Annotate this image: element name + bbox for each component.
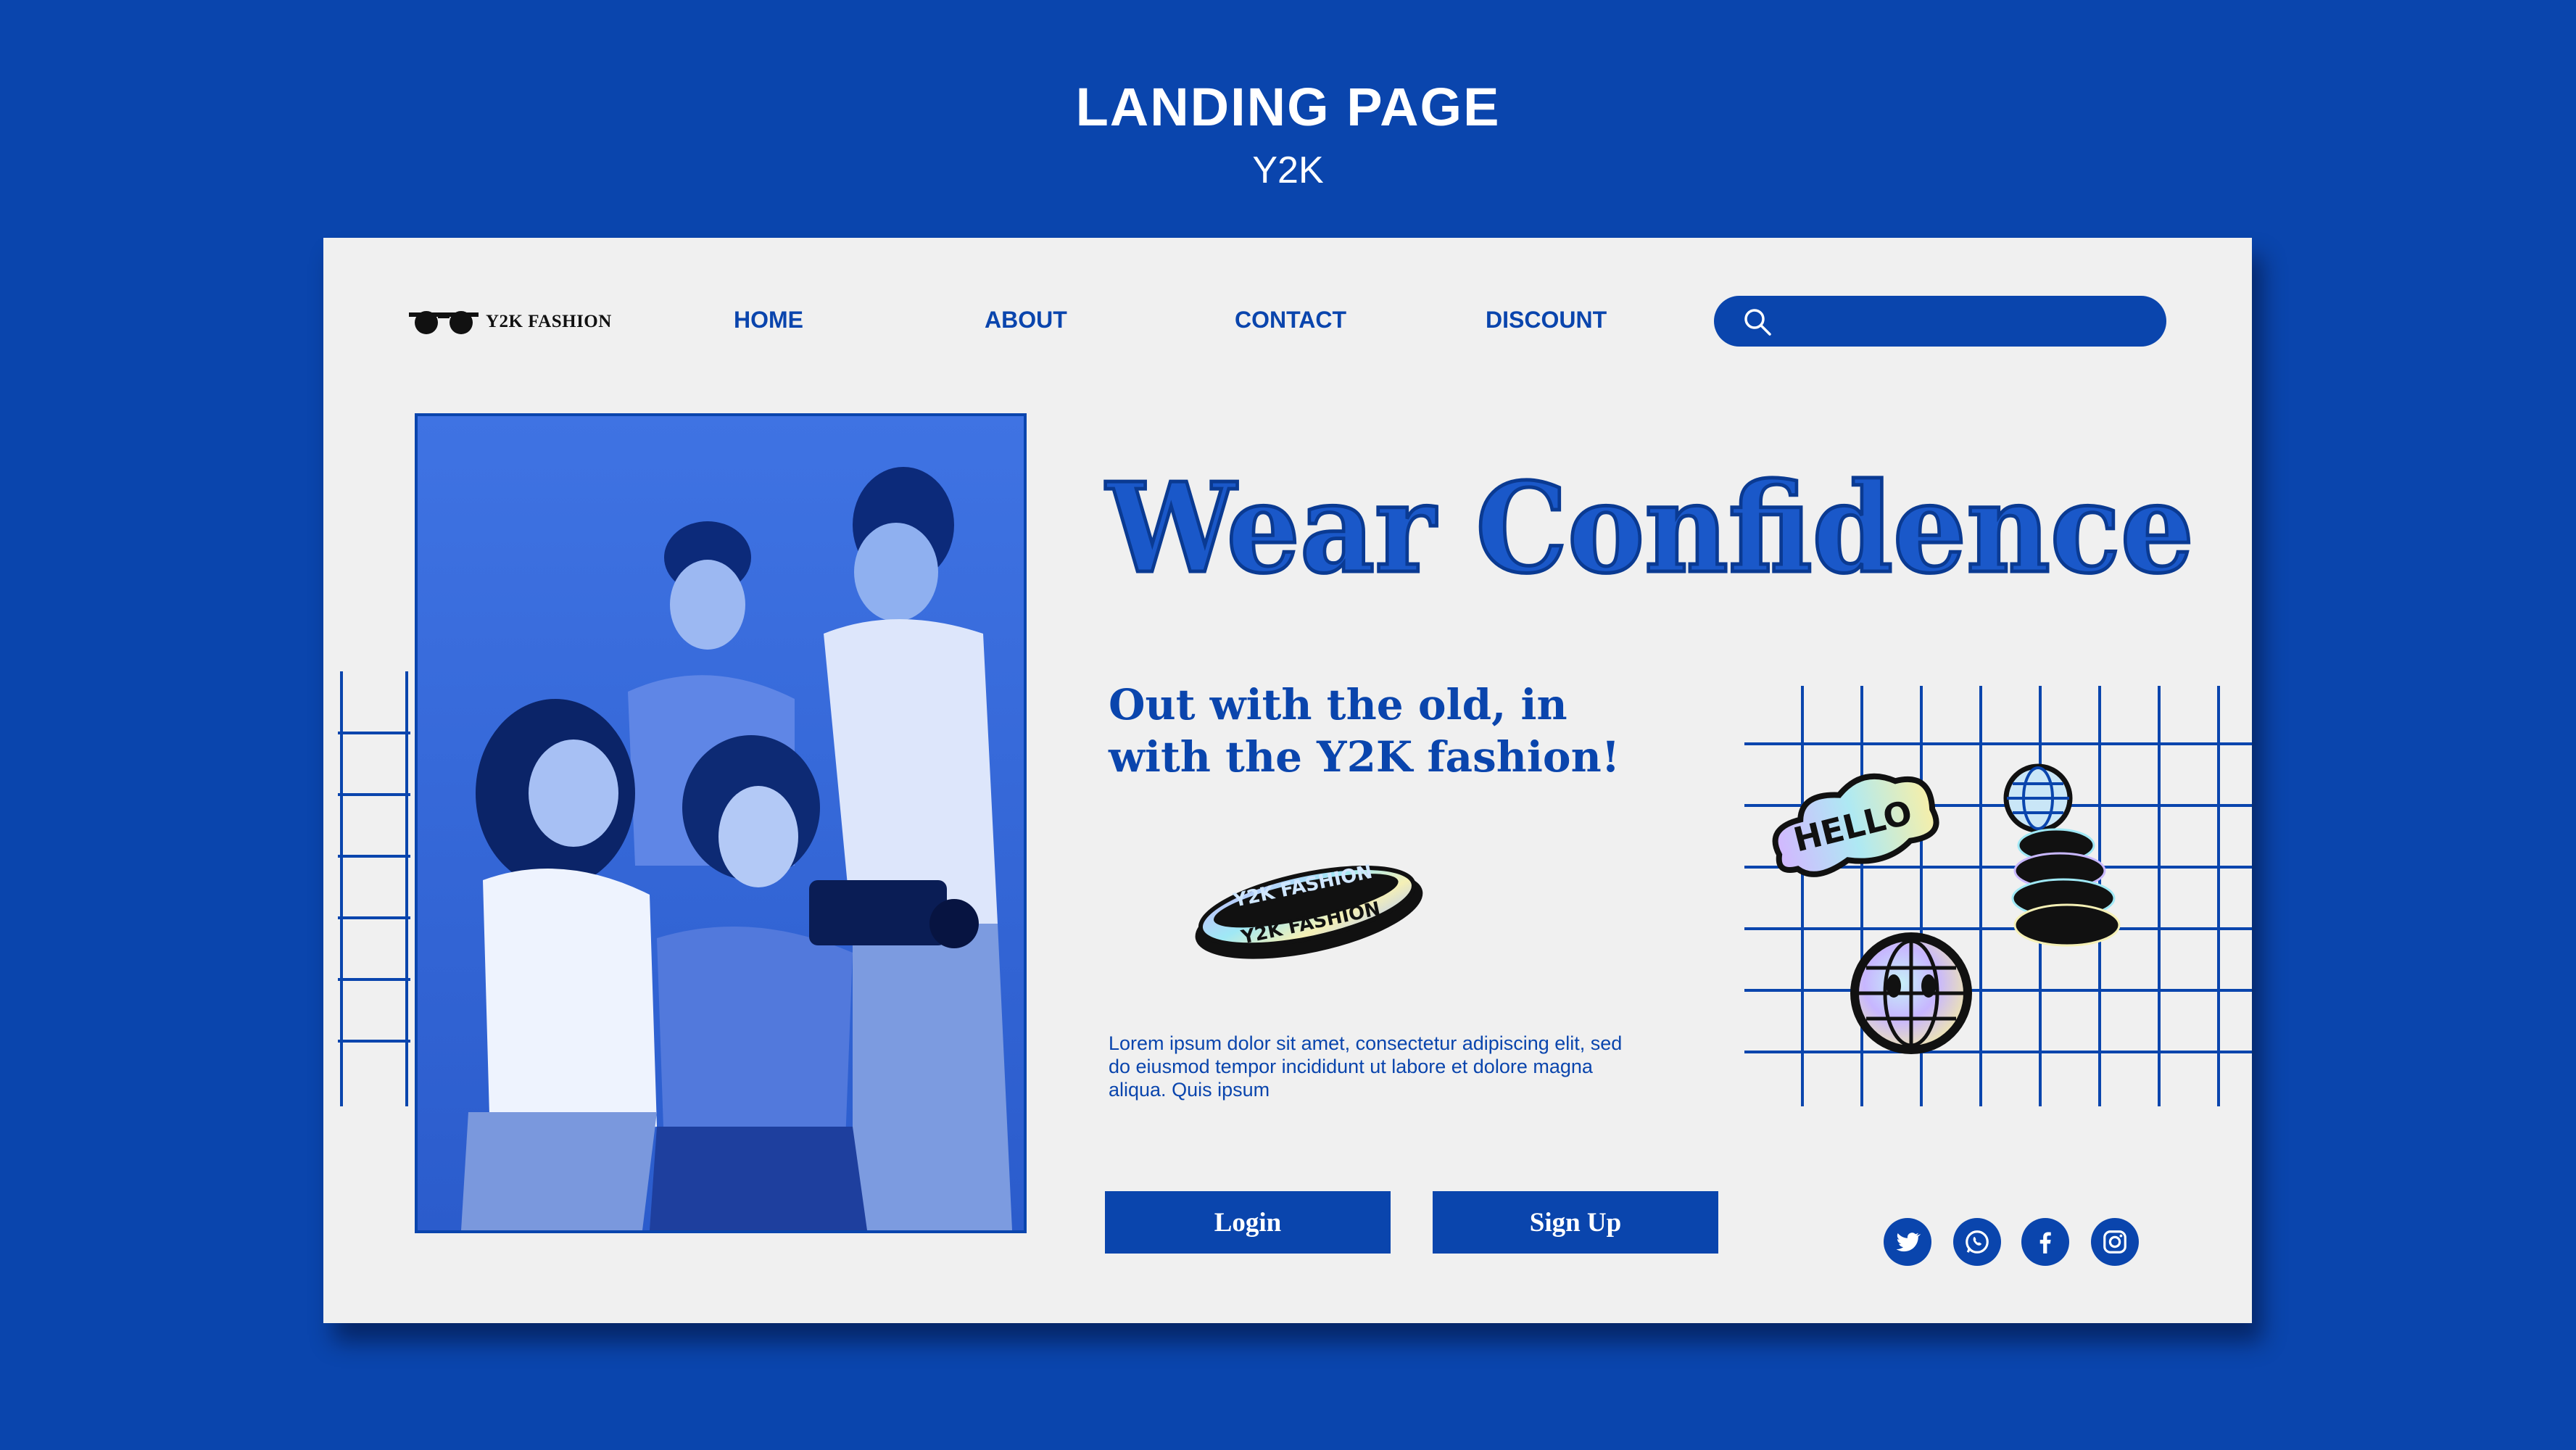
nav-contact[interactable]: CONTACT [1235,307,1346,334]
hero-headline: Wear Confidence [1099,419,2201,608]
hello-sticker: HELLO [1772,773,1939,877]
page-title: LANDING PAGE [1075,77,1501,137]
search-input[interactable] [1786,304,2145,339]
signup-button[interactable]: Sign Up [1433,1191,1718,1254]
search-bar[interactable] [1714,296,2166,347]
landing-page-mockup: Y2K FASHION HOME ABOUT CONTACT DISCOUNT [323,238,2252,1323]
page-subtitle: Y2K [1252,149,1324,191]
hero-tagline: Out with the old, in with the Y2K fashio… [1109,680,1620,782]
globe-face-sticker [1850,932,1972,1054]
fashion-band-sticker: Y2K FASHION Y2K FASHION [1195,861,1423,959]
sunglasses-icon [409,311,479,334]
facebook-icon[interactable] [2021,1218,2069,1266]
search-icon [1744,309,1771,336]
hero-photo [415,413,1027,1233]
nav-about[interactable]: ABOUT [985,307,1067,334]
login-button[interactable]: Login [1105,1191,1391,1254]
decorative-grid-left [338,671,410,1106]
brand-name: Y2K FASHION [486,312,612,331]
twitter-icon[interactable] [1884,1218,1931,1266]
nav-home[interactable]: HOME [734,307,803,334]
svg-text:Wear Confidence: Wear Confidence [1105,456,2194,601]
instagram-icon[interactable] [2091,1218,2139,1266]
globe-stack-sticker [2003,763,2121,947]
brand-logo[interactable]: Y2K FASHION [409,307,612,337]
whatsapp-icon[interactable] [1953,1218,2001,1266]
nav-discount[interactable]: DISCOUNT [1486,307,1607,334]
hero-body-text: Lorem ipsum dolor sit amet, consectetur … [1109,1032,1623,1101]
